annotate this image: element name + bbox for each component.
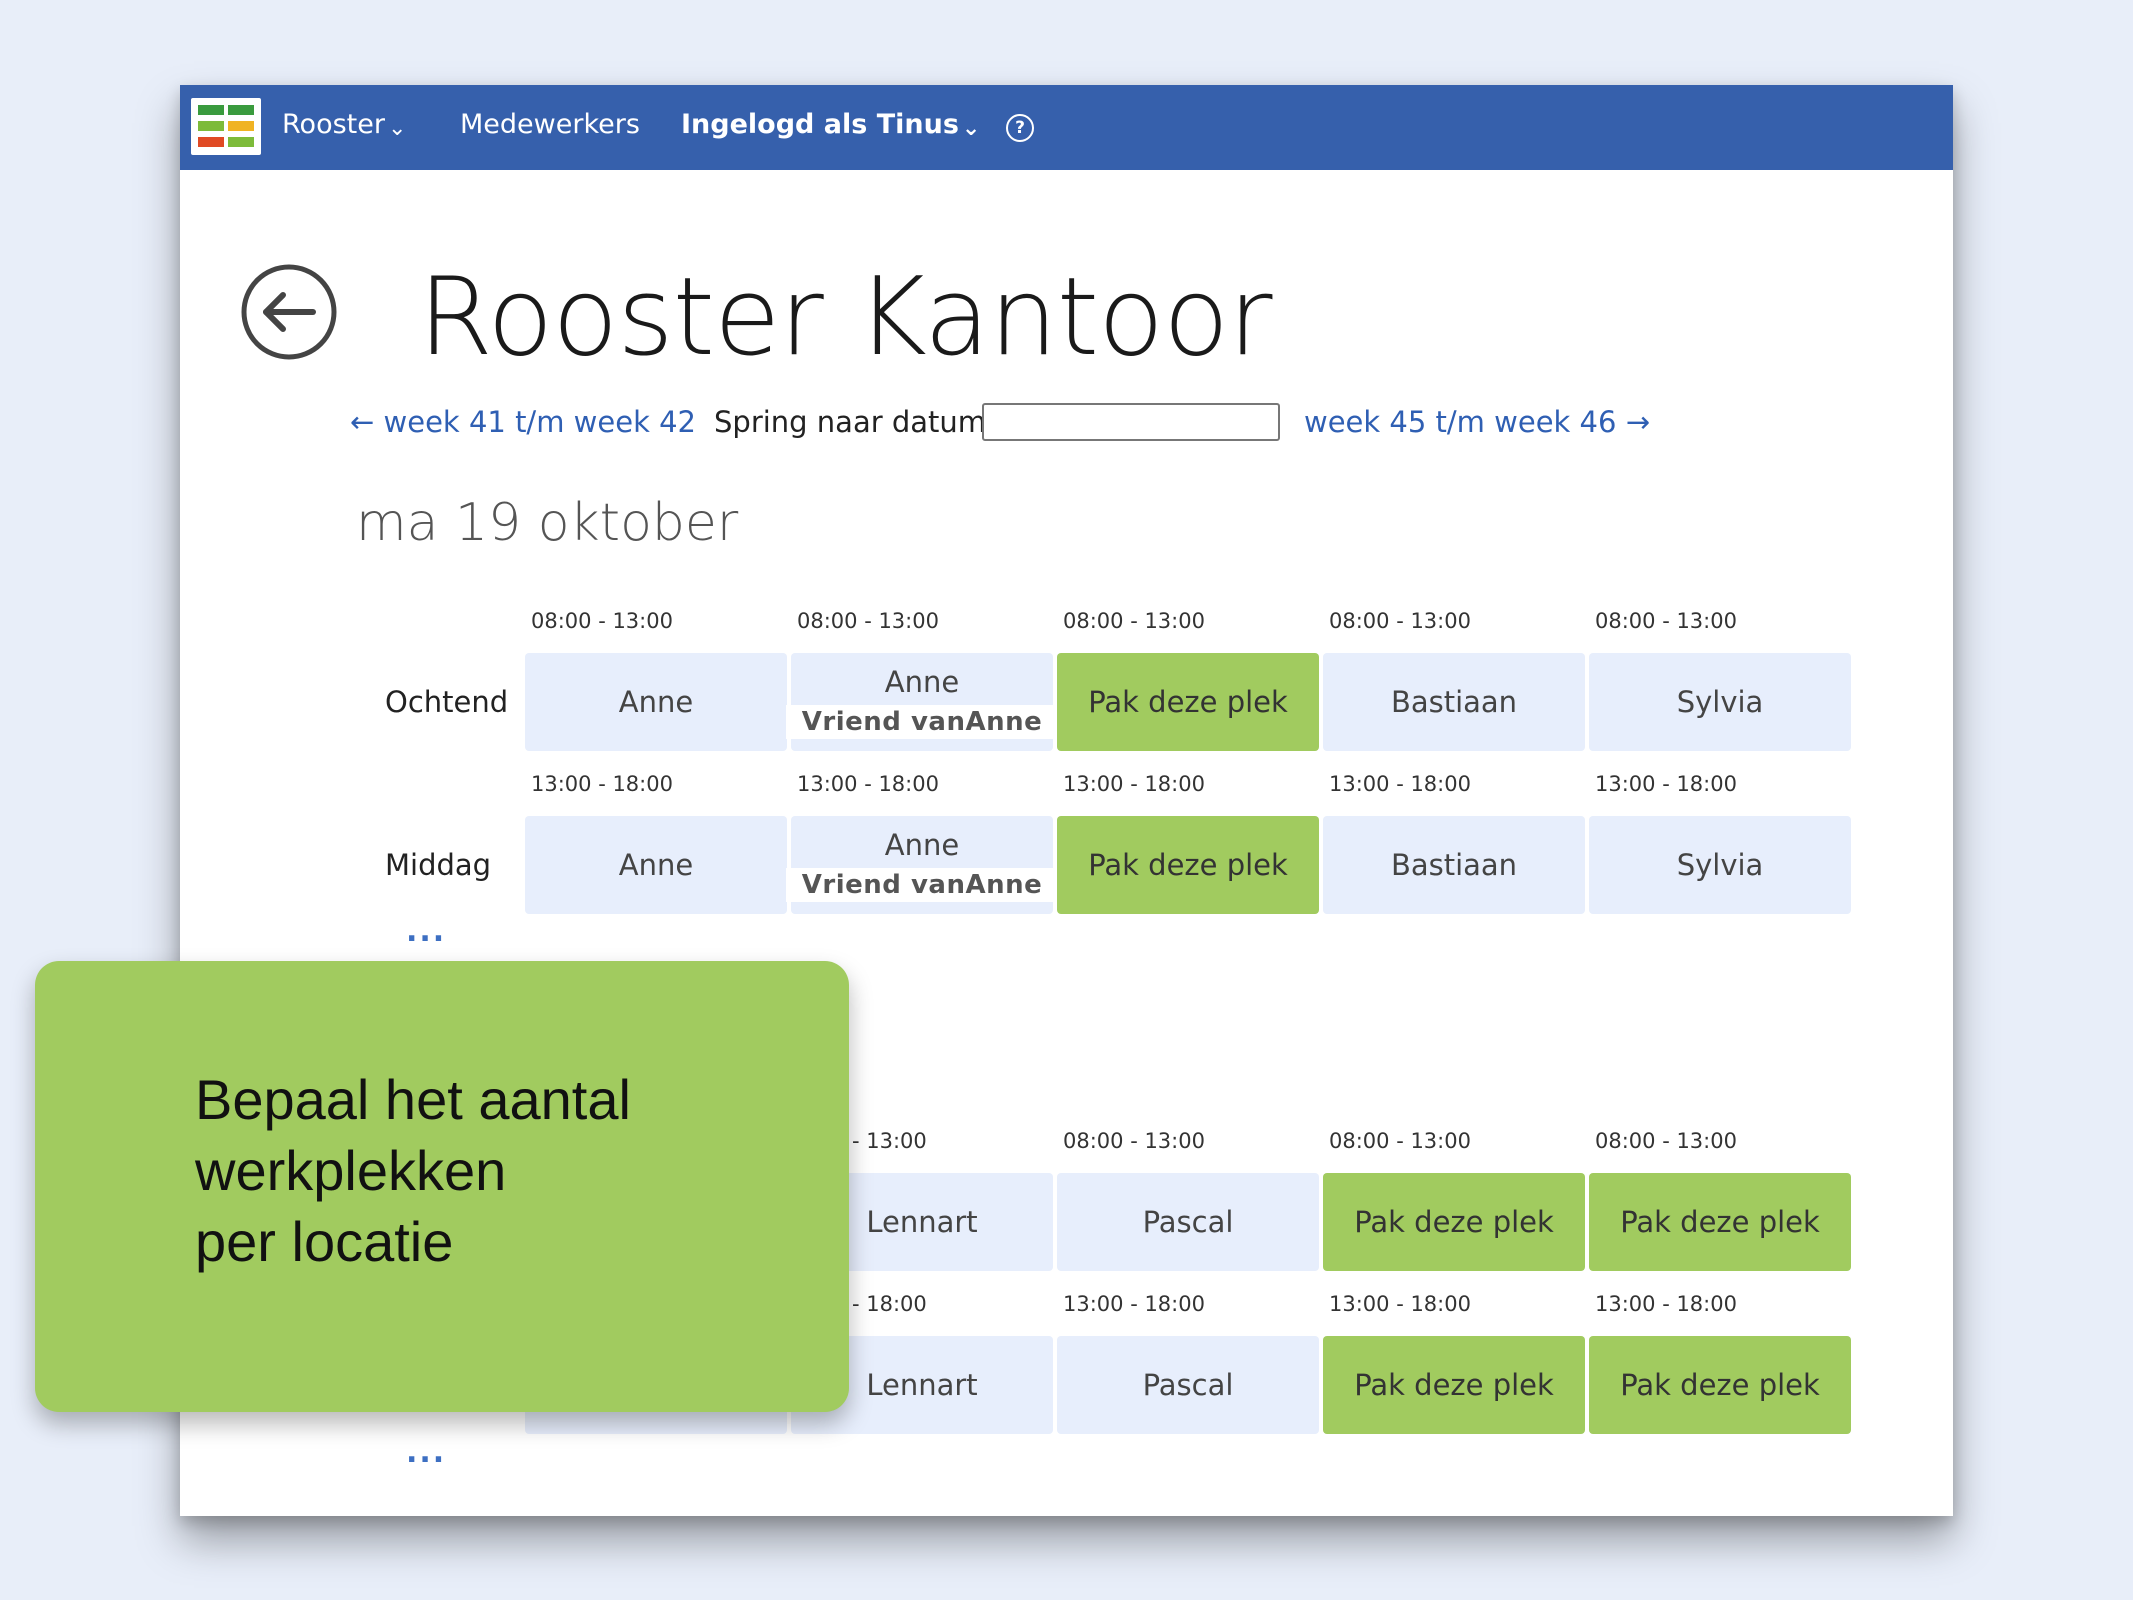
take-slot-button[interactable]: Pak deze plek: [1057, 816, 1319, 914]
take-slot-button[interactable]: Pak deze plek: [1323, 1336, 1585, 1434]
slot-cell[interactable]: Anne Vriend vanAnne: [785, 653, 1059, 751]
take-slot-button[interactable]: Pak deze plek: [1589, 1173, 1851, 1271]
slot-time: 13:00 - 18:00: [531, 772, 673, 796]
slot-time: - 13:00: [852, 1129, 927, 1153]
arrow-right-icon: →: [1625, 405, 1650, 439]
next-weeks-label: week 45 t/m week 46: [1304, 405, 1617, 439]
nav-rooster-menu[interactable]: Rooster ⌄: [282, 109, 406, 141]
slot-cell[interactable]: Sylvia: [1589, 816, 1851, 914]
guest-badge: Vriend vanAnne: [785, 705, 1059, 739]
slot-name: Pascal: [1142, 1368, 1234, 1402]
row-label-middag: Middag: [385, 848, 492, 882]
page-title: Rooster Kantoor: [418, 255, 1273, 380]
row-label-ochtend: Ochtend: [385, 685, 509, 719]
day-heading: ma 19 oktober: [356, 493, 739, 553]
slot-cell[interactable]: Anne: [525, 816, 787, 914]
slot-name: Sylvia: [1676, 848, 1764, 882]
chevron-down-icon: ⌄: [961, 116, 981, 141]
callout-text: Bepaal het aantal werkplekken per locati…: [195, 1064, 631, 1277]
slot-time: 13:00 - 18:00: [1329, 1292, 1471, 1316]
take-slot-button[interactable]: Pak deze plek: [1057, 653, 1319, 751]
slot-time: 13:00 - 18:00: [1063, 772, 1205, 796]
slot-name: Bastiaan: [1390, 848, 1518, 882]
slot-time: 08:00 - 13:00: [1329, 1129, 1471, 1153]
slot-name: Anne: [618, 685, 694, 719]
slot-time: 13:00 - 18:00: [797, 772, 939, 796]
slot-time: 13:00 - 18:00: [1595, 1292, 1737, 1316]
callout-line: werkplekken: [195, 1139, 507, 1202]
guest-badge: Vriend vanAnne: [785, 868, 1059, 902]
next-weeks-link[interactable]: week 45 t/m week 46 →: [1304, 405, 1650, 439]
slot-cell[interactable]: Pascal: [1057, 1173, 1319, 1271]
slot-name: Pascal: [1142, 1205, 1234, 1239]
slot-cell[interactable]: Bastiaan: [1323, 653, 1585, 751]
slot-name: Lennart: [866, 1205, 978, 1239]
slot-time: 08:00 - 13:00: [797, 609, 939, 633]
slot-name: Pak deze plek: [1088, 685, 1288, 719]
slot-time: 08:00 - 13:00: [531, 609, 673, 633]
feature-callout: Bepaal het aantal werkplekken per locati…: [35, 961, 849, 1412]
slot-time: - 18:00: [852, 1292, 927, 1316]
slot-time: 08:00 - 13:00: [1329, 609, 1471, 633]
slot-name: Anne: [884, 828, 960, 862]
slot-name: Anne: [618, 848, 694, 882]
chevron-down-icon: ⌄: [387, 116, 407, 141]
slot-time: 13:00 - 18:00: [1063, 1292, 1205, 1316]
slot-name: Lennart: [866, 1368, 978, 1402]
slot-time: 08:00 - 13:00: [1595, 1129, 1737, 1153]
prev-weeks-label: week 41 t/m week 42: [383, 405, 696, 439]
slot-name: Sylvia: [1676, 685, 1764, 719]
app-logo-icon[interactable]: [191, 98, 261, 155]
slot-name: Pak deze plek: [1620, 1368, 1820, 1402]
slot-name: Pak deze plek: [1088, 848, 1288, 882]
more-dots[interactable]: ...: [406, 1435, 446, 1470]
top-navbar: Rooster ⌄ Medewerkers Ingelogd als Tinus ⌄…: [180, 85, 1953, 170]
take-slot-button[interactable]: Pak deze plek: [1589, 1336, 1851, 1434]
help-icon[interactable]: ?: [1006, 114, 1034, 142]
nav-rooster-label: Rooster: [282, 109, 385, 140]
slot-name: Bastiaan: [1390, 685, 1518, 719]
back-arrow-icon[interactable]: [239, 262, 339, 362]
slot-time: 08:00 - 13:00: [1063, 609, 1205, 633]
slot-time: 08:00 - 13:00: [1595, 609, 1737, 633]
nav-medewerkers[interactable]: Medewerkers: [460, 109, 640, 140]
prev-weeks-link[interactable]: ← week 41 t/m week 42: [350, 405, 696, 439]
nav-user-menu[interactable]: Ingelogd als Tinus ⌄: [681, 109, 980, 141]
slot-name: Pak deze plek: [1354, 1368, 1554, 1402]
slot-time: 08:00 - 13:00: [1063, 1129, 1205, 1153]
slot-cell[interactable]: Anne Vriend vanAnne: [785, 816, 1059, 914]
slot-cell[interactable]: Sylvia: [1589, 653, 1851, 751]
slot-cell[interactable]: Anne: [525, 653, 787, 751]
more-dots[interactable]: ...: [406, 914, 446, 949]
slot-name: Pak deze plek: [1354, 1205, 1554, 1239]
nav-user-label: Ingelogd als Tinus: [681, 109, 959, 140]
slot-name: Pak deze plek: [1620, 1205, 1820, 1239]
arrow-left-icon: ←: [350, 405, 375, 439]
jump-to-date-label: Spring naar datum:: [714, 405, 996, 439]
slot-cell[interactable]: Pascal: [1057, 1336, 1319, 1434]
take-slot-button[interactable]: Pak deze plek: [1323, 1173, 1585, 1271]
jump-to-date-input[interactable]: [982, 403, 1280, 441]
callout-line: per locatie: [195, 1210, 454, 1273]
slot-time: 13:00 - 18:00: [1329, 772, 1471, 796]
slot-name: Anne: [884, 665, 960, 699]
slot-cell[interactable]: Bastiaan: [1323, 816, 1585, 914]
slot-time: 13:00 - 18:00: [1595, 772, 1737, 796]
callout-line: Bepaal het aantal: [195, 1068, 631, 1131]
